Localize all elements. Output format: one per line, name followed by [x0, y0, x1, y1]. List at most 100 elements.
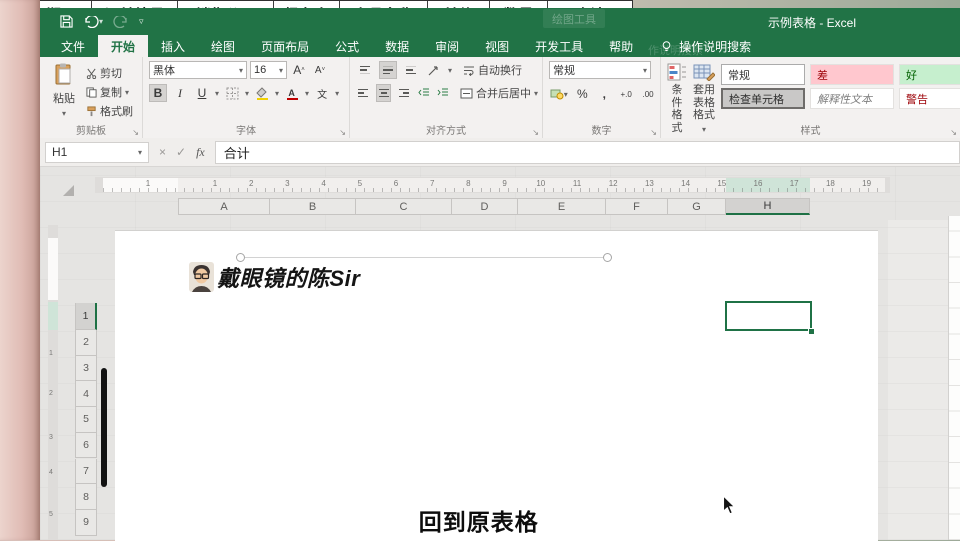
- accounting-format-icon[interactable]: ▾: [549, 85, 568, 103]
- insert-function-icon[interactable]: fx: [196, 145, 205, 160]
- select-all-corner[interactable]: [63, 185, 74, 196]
- redo-icon[interactable]: [113, 15, 129, 28]
- fill-handle[interactable]: [808, 328, 815, 335]
- bold-button[interactable]: B: [149, 84, 167, 102]
- phonetic-guide-icon[interactable]: 文: [313, 84, 331, 102]
- dialog-launcher-icon[interactable]: ↘: [132, 128, 139, 137]
- borders-icon[interactable]: [223, 84, 241, 102]
- align-bottom-icon[interactable]: [402, 61, 420, 79]
- align-top-icon[interactable]: [356, 61, 374, 79]
- tab-开发工具[interactable]: 开发工具: [522, 35, 596, 57]
- font-name-combo[interactable]: 黑体 ▾: [149, 61, 247, 79]
- column-header-A[interactable]: A: [178, 198, 270, 215]
- save-icon[interactable]: [60, 15, 73, 28]
- font-size-combo[interactable]: 16 ▾: [250, 61, 287, 79]
- column-header-D[interactable]: D: [452, 198, 518, 215]
- dialog-launcher-icon[interactable]: ↘: [950, 128, 957, 137]
- comma-style-icon[interactable]: ,: [596, 85, 612, 103]
- enter-icon[interactable]: ✓: [176, 145, 186, 159]
- ruler-number: 8: [466, 179, 471, 188]
- customize-qat-icon[interactable]: ▿: [139, 16, 144, 27]
- vruler-number: 2: [49, 390, 53, 397]
- cell-style-警告[interactable]: 警告: [899, 88, 960, 109]
- increase-decimal-icon[interactable]: +.0: [618, 85, 634, 103]
- cell-style-解释性文本[interactable]: 解释性文本: [810, 88, 894, 109]
- cell-style-常规[interactable]: 常规: [721, 64, 805, 85]
- align-right-icon[interactable]: [396, 84, 411, 102]
- wrap-text-button[interactable]: 自动换行: [463, 62, 522, 78]
- align-middle-icon[interactable]: [379, 61, 397, 79]
- paste-button[interactable]: 粘贴 ▾: [46, 61, 82, 119]
- tab-帮助[interactable]: 帮助: [596, 35, 646, 57]
- dialog-launcher-icon[interactable]: ↘: [532, 128, 539, 137]
- cell-style-检查单元格[interactable]: 检查单元格: [721, 88, 805, 109]
- ruler-number: 5: [357, 179, 363, 188]
- row-header-8[interactable]: 8: [75, 484, 97, 510]
- row-header-9[interactable]: 9: [75, 509, 97, 536]
- tab-公式[interactable]: 公式: [322, 35, 372, 57]
- decrease-decimal-icon[interactable]: .00: [640, 85, 656, 103]
- underline-button[interactable]: U: [193, 84, 211, 102]
- name-box[interactable]: H1 ▾: [45, 141, 149, 163]
- align-center-icon[interactable]: [375, 84, 392, 102]
- italic-button[interactable]: I: [171, 84, 189, 102]
- cell-style-差[interactable]: 差: [810, 64, 894, 85]
- tab-视图[interactable]: 视图: [472, 35, 522, 57]
- cell-style-好[interactable]: 好: [899, 64, 960, 85]
- increase-font-icon[interactable]: A ˄: [290, 61, 308, 79]
- logo-avatar[interactable]: [189, 262, 214, 292]
- ghost-contextual-tab: 绘图工具: [543, 9, 605, 28]
- align-left-icon[interactable]: [356, 84, 371, 102]
- ruler-ticks: [103, 188, 885, 192]
- group-label: 字体: [236, 126, 256, 137]
- format-painter-button[interactable]: 格式刷: [86, 103, 133, 119]
- annotation-bar: [101, 368, 107, 487]
- shape-handle[interactable]: [603, 253, 612, 262]
- merge-center-button[interactable]: 合并后居中 ▾: [460, 85, 538, 101]
- number-format-combo[interactable]: 常规 ▾: [549, 61, 651, 79]
- row-header-2[interactable]: 2: [75, 330, 97, 356]
- logo-text[interactable]: 戴眼镜的陈Sir: [217, 261, 360, 293]
- fill-color-icon[interactable]: [253, 84, 271, 102]
- column-header-H[interactable]: H: [726, 198, 810, 215]
- percent-style-icon[interactable]: %: [574, 85, 590, 103]
- ruler-number: 15: [717, 179, 727, 188]
- row-header-6[interactable]: 6: [75, 432, 97, 459]
- row-header-1[interactable]: 1: [75, 303, 97, 330]
- cancel-icon[interactable]: ×: [159, 145, 166, 159]
- tab-页面布局[interactable]: 页面布局: [248, 35, 322, 57]
- tab-数据[interactable]: 数据: [372, 35, 422, 57]
- row-header-7[interactable]: 7: [75, 458, 97, 485]
- dialog-launcher-icon[interactable]: ↘: [650, 128, 657, 137]
- orientation-icon[interactable]: [425, 61, 443, 79]
- column-header-E[interactable]: E: [518, 198, 606, 215]
- copy-button[interactable]: 复制 ▾: [86, 84, 133, 100]
- row-header-3[interactable]: 3: [75, 355, 97, 382]
- decrease-indent-icon[interactable]: [416, 84, 431, 102]
- clipboard-icon: [55, 63, 71, 85]
- shape-selection-line[interactable]: [245, 257, 608, 258]
- tab-插入[interactable]: 插入: [148, 35, 198, 57]
- undo-icon[interactable]: ▾: [83, 15, 103, 28]
- cut-button[interactable]: 剪切: [86, 65, 133, 81]
- column-header-C[interactable]: C: [356, 198, 452, 215]
- font-color-icon[interactable]: A: [283, 84, 301, 102]
- decrease-font-icon[interactable]: A ˅: [311, 61, 329, 79]
- row-header-5[interactable]: 5: [75, 407, 97, 433]
- vruler-number: 3: [49, 434, 53, 441]
- column-header-F[interactable]: F: [606, 198, 668, 215]
- formula-input[interactable]: 合计: [214, 140, 960, 164]
- tab-绘图[interactable]: 绘图: [198, 35, 248, 57]
- column-header-B[interactable]: B: [270, 198, 356, 215]
- ruler-number: 6: [393, 179, 399, 188]
- row-header-4[interactable]: 4: [75, 381, 97, 408]
- copy-icon: [86, 86, 97, 98]
- video-caption: 回到原表格: [418, 509, 539, 535]
- tab-文件[interactable]: 文件: [48, 35, 98, 57]
- group-label: 数字: [591, 126, 612, 137]
- tab-开始[interactable]: 开始: [98, 35, 149, 57]
- tab-审阅[interactable]: 审阅: [422, 35, 472, 57]
- column-header-G[interactable]: G: [668, 198, 726, 215]
- dialog-launcher-icon[interactable]: ↘: [339, 128, 346, 137]
- increase-indent-icon[interactable]: [436, 84, 451, 102]
